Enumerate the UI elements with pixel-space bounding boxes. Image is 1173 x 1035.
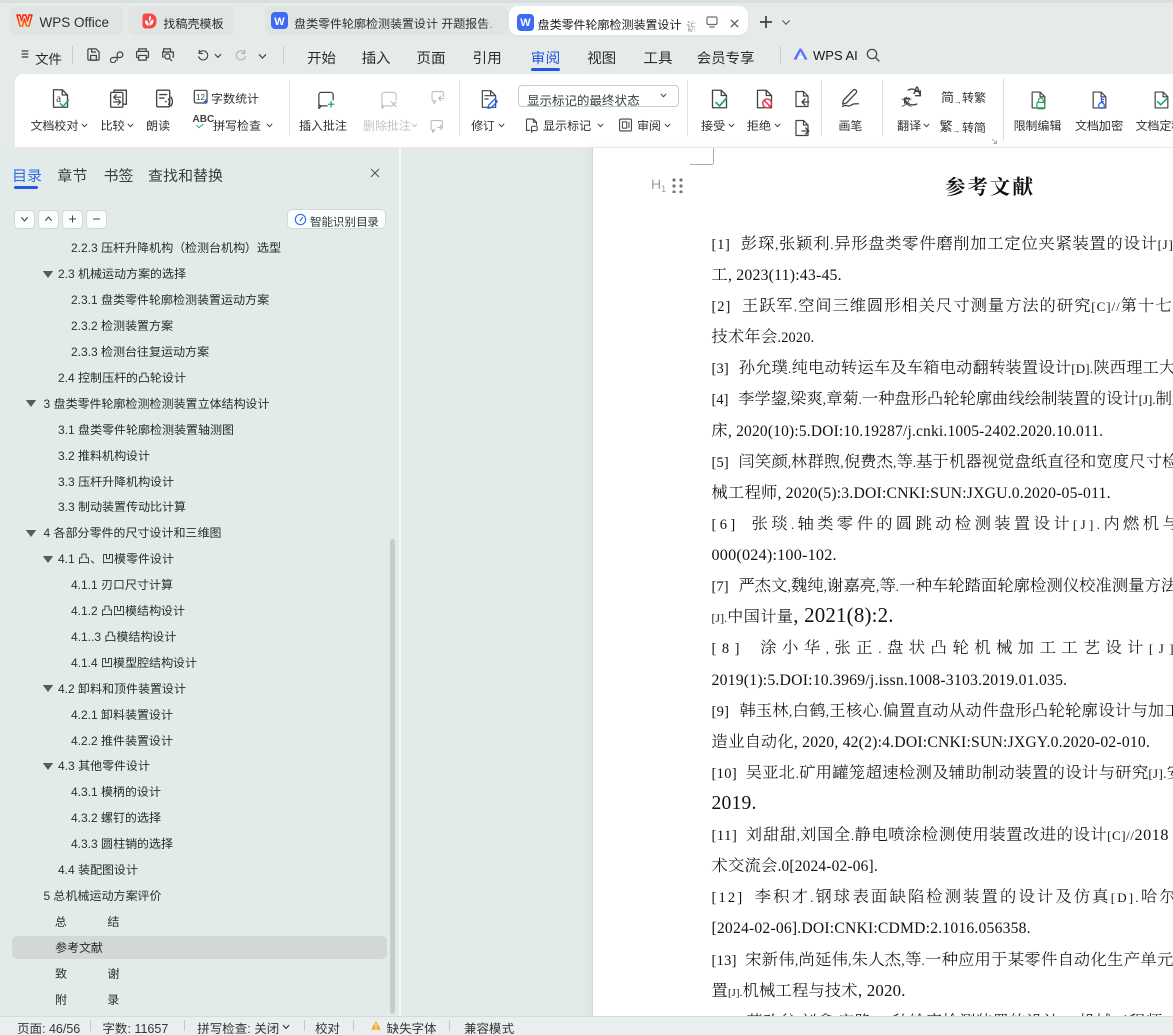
svg-text:12: 12 xyxy=(196,93,205,102)
